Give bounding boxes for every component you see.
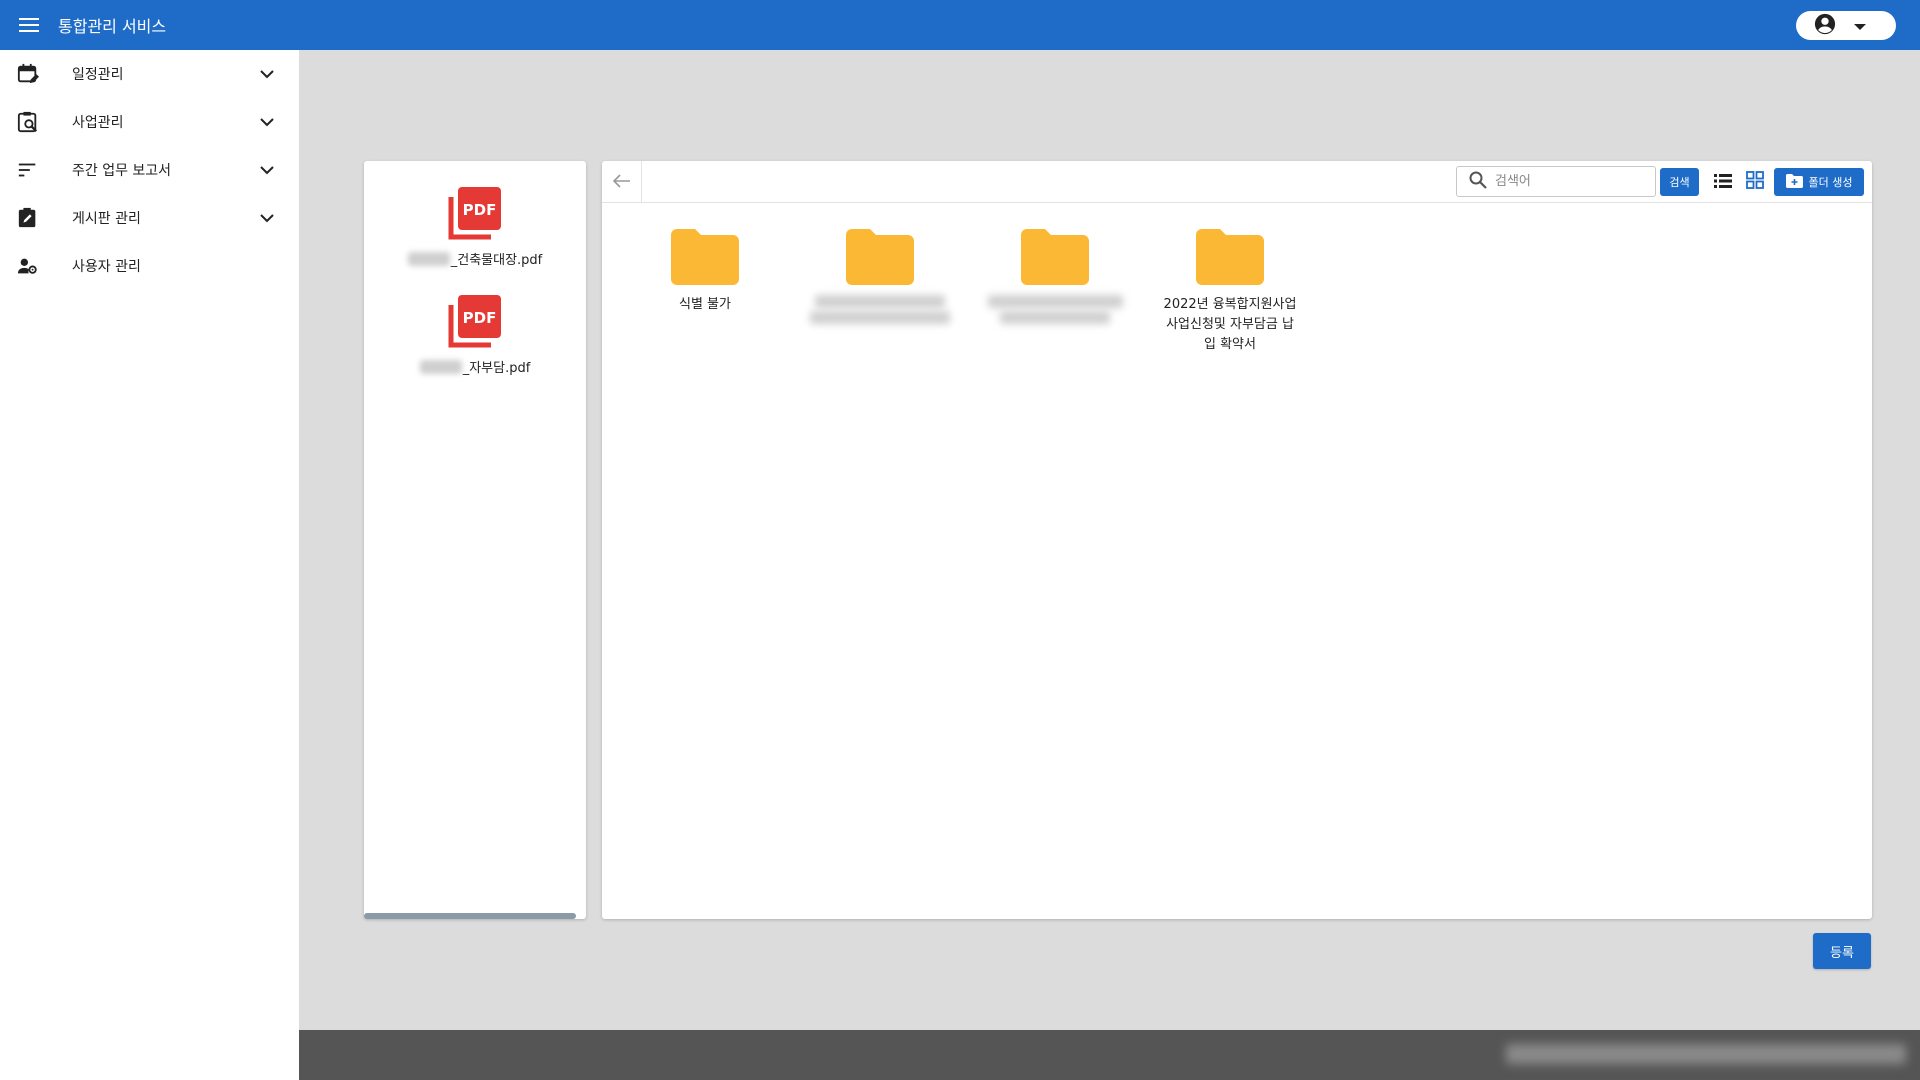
file-item[interactable]: PDF _자부담.pdf: [364, 293, 586, 376]
app-bar: 통합관리 서비스: [0, 0, 1920, 50]
calendar-edit-icon: [16, 62, 40, 86]
arrow-left-icon: [612, 173, 631, 192]
chevron-down-icon: [255, 110, 279, 134]
svg-text:PDF: PDF: [463, 201, 497, 219]
folder-add-icon: [1785, 173, 1803, 191]
pdf-icon: PDF: [447, 187, 503, 245]
search-input[interactable]: [1495, 174, 1645, 189]
search-button[interactable]: 검색: [1660, 168, 1699, 196]
create-folder-label: 폴더 생성: [1808, 176, 1853, 189]
folder-name: 식별 불가: [679, 297, 731, 312]
sidebar-item-weekly-report[interactable]: 주간 업무 보고서: [0, 146, 299, 194]
back-button[interactable]: [602, 161, 642, 203]
app-title: 통합관리 서비스: [58, 17, 167, 36]
folder-name-redacted: [805, 295, 955, 324]
sidebar-item-label: 사업관리: [72, 115, 124, 131]
chevron-down-icon: [255, 206, 279, 230]
explorer-toolbar: 검색 폴더 생성: [602, 161, 1872, 203]
folder-icon: [1021, 229, 1089, 289]
footer-redacted-text: [1506, 1044, 1906, 1064]
folder-icon: [846, 229, 914, 289]
sidebar-item-label: 사용자 관리: [72, 259, 141, 275]
folder-name-line: 사업신청및 자부담금 납: [1166, 317, 1294, 332]
account-menu-button[interactable]: [1796, 11, 1896, 40]
folder-item[interactable]: [805, 229, 955, 327]
user-settings-icon: [16, 254, 40, 278]
folder-name: 2022년 융복합지원사업 사업신청및 자부담금 납 입 확약서: [1155, 295, 1305, 355]
caret-down-icon: [1854, 16, 1866, 35]
list-view-button[interactable]: [1710, 169, 1736, 195]
folder-item[interactable]: 2022년 융복합지원사업 사업신청및 자부담금 납 입 확약서: [1155, 229, 1305, 355]
redacted-text: [419, 359, 462, 374]
grid-view-button[interactable]: [1742, 169, 1768, 195]
file-name: _건축물대장.pdf: [450, 253, 543, 268]
clipboard-edit-icon: [16, 206, 40, 230]
folder-name-line: 2022년 융복합지원사업: [1163, 297, 1297, 312]
folder-name-line: 입 확약서: [1204, 337, 1256, 352]
register-button[interactable]: 등록: [1813, 933, 1871, 969]
file-explorer-panel: 검색 폴더 생성 식별 불가: [602, 161, 1872, 919]
create-folder-button[interactable]: 폴더 생성: [1774, 168, 1864, 196]
redacted-text: [407, 251, 450, 266]
clipboard-search-icon: [16, 110, 40, 134]
svg-text:PDF: PDF: [463, 309, 497, 327]
chevron-down-icon: [255, 158, 279, 182]
chevron-down-icon: [255, 62, 279, 86]
file-name: _자부담.pdf: [462, 361, 531, 376]
pdf-icon: PDF: [447, 295, 503, 353]
menu-icon[interactable]: [14, 10, 44, 40]
folder-icon: [1196, 229, 1264, 289]
search-box: [1456, 166, 1656, 197]
attached-files-panel: PDF _건축물대장.pdf PDF _자부담.pdf: [364, 161, 586, 919]
sidebar-item-label: 일정관리: [72, 67, 124, 83]
folder-item[interactable]: 식별 불가: [630, 229, 780, 315]
sidebar-item-users[interactable]: 사용자 관리: [0, 242, 299, 290]
sidebar-item-board[interactable]: 게시판 관리: [0, 194, 299, 242]
footer: [299, 1030, 1920, 1080]
search-icon: [1469, 171, 1487, 193]
folder-item[interactable]: [980, 229, 1130, 327]
sidebar-item-schedule[interactable]: 일정관리: [0, 50, 299, 98]
sidebar-item-label: 게시판 관리: [72, 211, 141, 227]
sidebar-item-business[interactable]: 사업관리: [0, 98, 299, 146]
grid-view-icon: [1746, 171, 1764, 193]
sidebar-item-label: 주간 업무 보고서: [72, 163, 172, 179]
folder-icon: [671, 229, 739, 289]
sidebar: 일정관리 사업관리 주간 업무 보고서 게시판 관리 사용자 관리: [0, 50, 299, 1080]
horizontal-scrollbar[interactable]: [364, 913, 576, 919]
list-view-icon: [1714, 173, 1732, 192]
folder-name-redacted: [980, 295, 1130, 324]
file-item[interactable]: PDF _건축물대장.pdf: [364, 185, 586, 268]
sort-lines-icon: [16, 158, 40, 182]
account-circle-icon: [1814, 13, 1836, 39]
